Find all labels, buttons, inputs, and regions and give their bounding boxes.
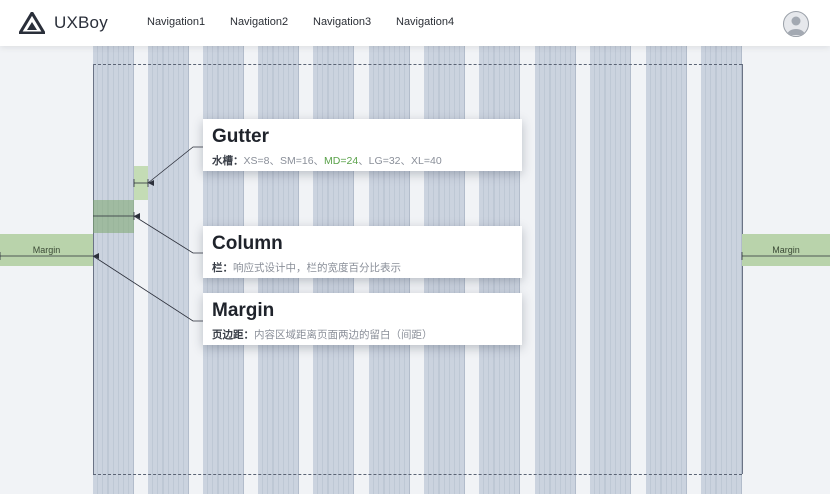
content-right-border	[742, 64, 743, 474]
margin-desc-text: 内容区域距离页面两边的留白（间距）	[254, 329, 433, 341]
grid-column	[590, 46, 631, 494]
content-left-border	[93, 64, 94, 474]
logo-icon[interactable]	[19, 12, 45, 34]
column-desc-text: 响应式设计中，栏的宽度百分比表示	[233, 262, 401, 274]
gutter-highlight	[134, 166, 148, 200]
user-avatar[interactable]	[783, 11, 809, 37]
brand-name[interactable]: UXBoy	[54, 13, 108, 33]
gutter-label: 水槽：	[212, 155, 244, 167]
column-label: 栏：	[212, 262, 233, 274]
grid-column	[535, 46, 576, 494]
gutter-description: 水槽：XS=8、SM=16、MD=24、LG=32、XL=40	[212, 153, 513, 168]
gutter-desc-highlight: MD=24	[324, 155, 359, 167]
gutter-card: Gutter 水槽：XS=8、SM=16、MD=24、LG=32、XL=40	[203, 119, 522, 171]
grid-column	[93, 46, 134, 494]
user-icon	[787, 16, 805, 35]
margin-title: Margin	[212, 300, 275, 321]
nav-item-3[interactable]: Navigation3	[313, 16, 371, 28]
nav-item-2[interactable]: Navigation2	[230, 16, 288, 28]
content-top-border	[93, 64, 742, 65]
margin-label: 页边距：	[212, 329, 254, 341]
margin-card: Margin 页边距：内容区域距离页面两边的留白（间距）	[203, 293, 522, 345]
nav-item-1[interactable]: Navigation1	[147, 16, 205, 28]
top-navigation-bar: UXBoy Navigation1 Navigation2 Navigation…	[0, 0, 830, 46]
gutter-desc-before: XS=8、SM=16、	[243, 155, 325, 167]
grid-column	[646, 46, 687, 494]
margin-description: 页边距：内容区域距离页面两边的留白（间距）	[212, 327, 513, 342]
column-title: Column	[212, 233, 283, 254]
column-highlight	[93, 200, 134, 233]
grid-column	[701, 46, 742, 494]
grid-column	[148, 46, 189, 494]
left-margin-band: Margin	[0, 234, 93, 266]
gutter-desc-after: 、LG=32、XL=40	[358, 155, 442, 167]
content-bottom-border	[93, 474, 742, 475]
column-card: Column 栏：响应式设计中，栏的宽度百分比表示	[203, 226, 522, 278]
gutter-title: Gutter	[212, 126, 269, 147]
right-margin-band: Margin	[742, 234, 830, 266]
column-description: 栏：响应式设计中，栏的宽度百分比表示	[212, 260, 513, 275]
nav-item-4[interactable]: Navigation4	[396, 16, 454, 28]
